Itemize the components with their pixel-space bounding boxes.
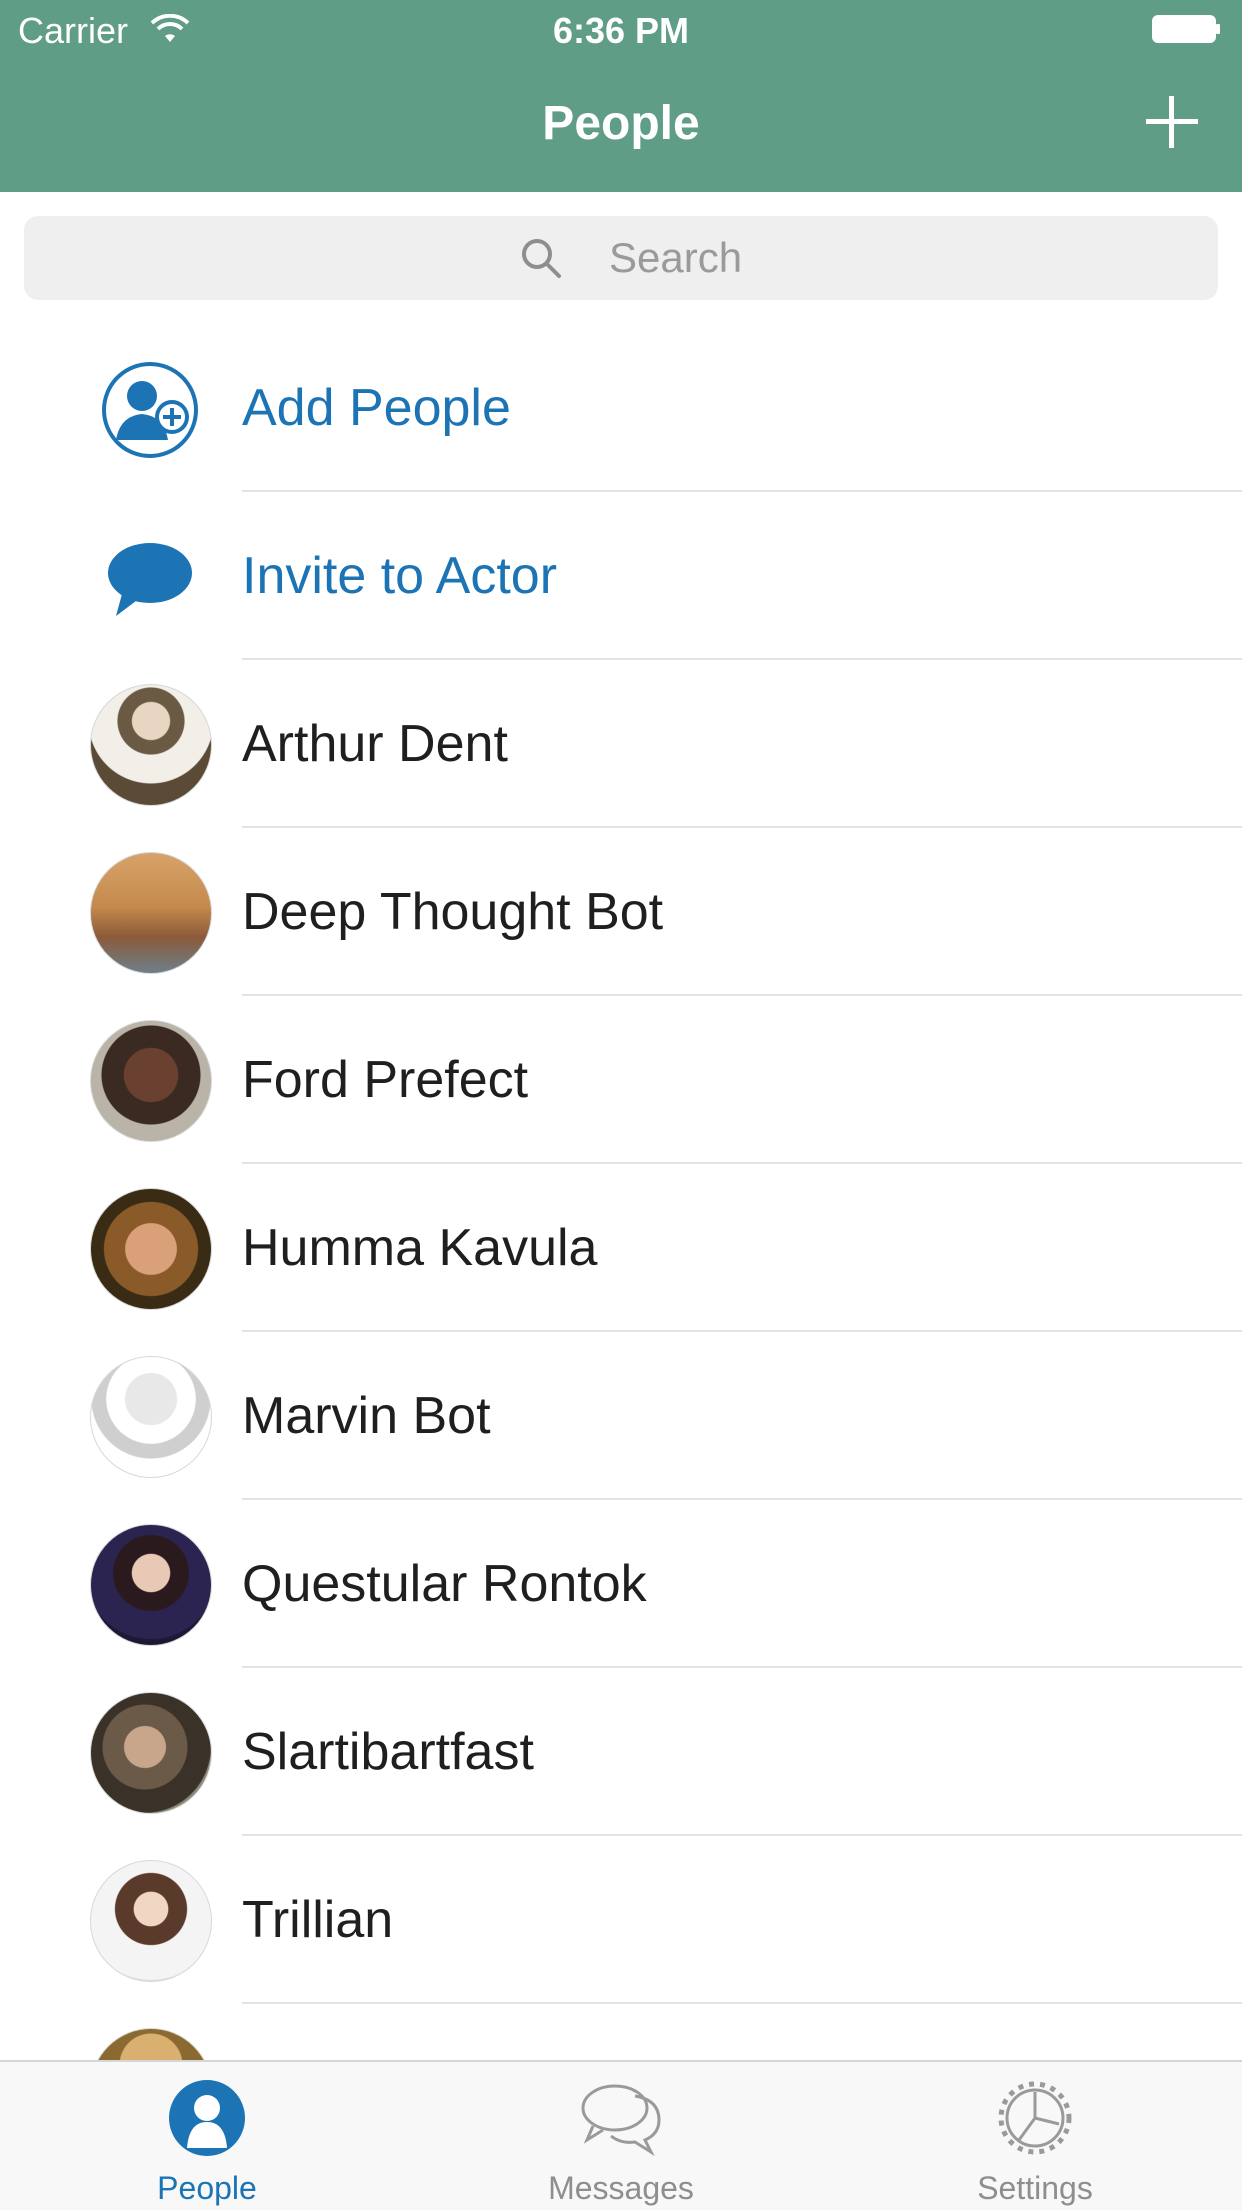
contact-row-deep-thought-bot[interactable]: Deep Thought Bot bbox=[0, 828, 1242, 996]
add-people-label: Add People bbox=[242, 379, 511, 437]
search-bar[interactable]: Search bbox=[24, 216, 1218, 300]
status-time: 6:36 PM bbox=[552, 10, 690, 51]
contact-name: Humma Kavula bbox=[242, 1219, 598, 1277]
page-title: People bbox=[542, 97, 700, 150]
status-bar: Carrier 6:36 PM bbox=[0, 0, 1242, 62]
battery-icon bbox=[1152, 15, 1220, 43]
contact-row-questular-rontok[interactable]: Questular Rontok bbox=[0, 1500, 1242, 1668]
contact-name: Arthur Dent bbox=[242, 715, 508, 773]
add-person-icon bbox=[102, 362, 198, 458]
person-icon bbox=[169, 2080, 245, 2156]
avatar bbox=[90, 852, 212, 974]
contact-name: Slartibartfast bbox=[242, 1723, 534, 1781]
contact-row-marvin-bot[interactable]: Marvin Bot bbox=[0, 1332, 1242, 1500]
chat-bubbles-icon bbox=[581, 2084, 661, 2157]
contact-row-slartibartfast[interactable]: Slartibartfast bbox=[0, 1668, 1242, 1836]
tab-bar: People Messages Settings bbox=[0, 2060, 1242, 2210]
search-input[interactable]: Search bbox=[609, 234, 742, 282]
tab-settings[interactable]: Settings bbox=[828, 2062, 1242, 2210]
speech-bubble-icon bbox=[108, 543, 192, 616]
search-icon bbox=[522, 239, 561, 278]
avatar bbox=[90, 1020, 212, 1142]
contact-name: Deep Thought Bot bbox=[242, 883, 664, 941]
tab-label: Settings bbox=[977, 2170, 1093, 2206]
tab-people[interactable]: People bbox=[0, 2062, 414, 2210]
avatar bbox=[90, 1860, 212, 1982]
contact-row-ford-prefect[interactable]: Ford Prefect bbox=[0, 996, 1242, 1164]
avatar bbox=[90, 1356, 212, 1478]
avatar bbox=[90, 684, 212, 806]
contact-row-arthur-dent[interactable]: Arthur Dent bbox=[0, 660, 1242, 828]
contact-name: Questular Rontok bbox=[242, 1555, 647, 1613]
avatar bbox=[90, 1692, 212, 1814]
contact-name: Trillian bbox=[242, 1891, 394, 1949]
contact-row-trillian[interactable]: Trillian bbox=[0, 1836, 1242, 2004]
avatar bbox=[90, 1524, 212, 1646]
tab-label: People bbox=[157, 2170, 257, 2206]
contact-name: Marvin Bot bbox=[242, 1387, 491, 1445]
add-contact-button[interactable] bbox=[1142, 92, 1202, 152]
gear-icon bbox=[998, 2081, 1072, 2155]
navigation-bar: Carrier 6:36 PM People bbox=[0, 0, 1242, 192]
invite-label: Invite to Actor bbox=[242, 547, 558, 605]
add-people-row[interactable]: Add People bbox=[0, 324, 1242, 492]
avatar bbox=[90, 1188, 212, 1310]
contact-row-humma-kavula[interactable]: Humma Kavula bbox=[0, 1164, 1242, 1332]
tab-label: Messages bbox=[548, 2170, 694, 2206]
invite-row[interactable]: Invite to Actor bbox=[0, 492, 1242, 660]
tab-messages[interactable]: Messages bbox=[414, 2062, 828, 2210]
contact-name: Ford Prefect bbox=[242, 1051, 529, 1109]
